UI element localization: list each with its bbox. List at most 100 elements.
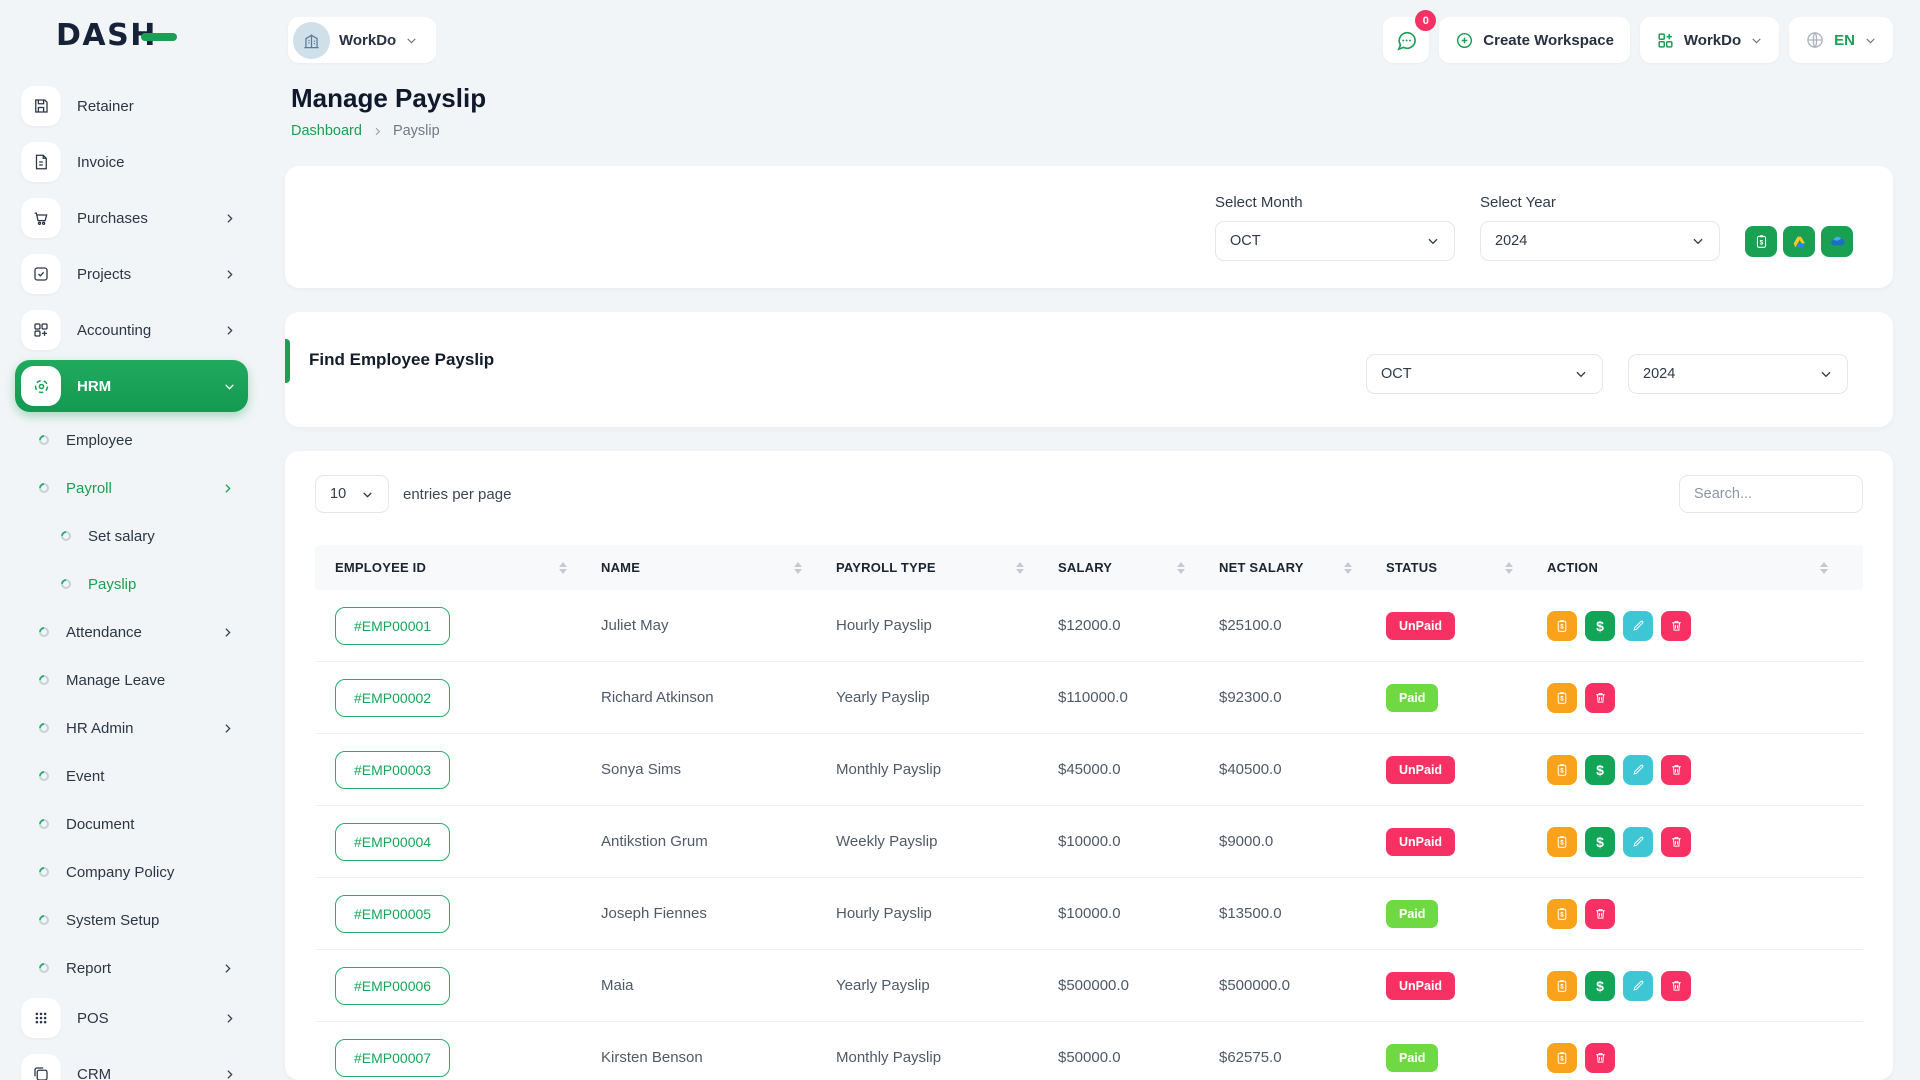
column-header-payroll-type[interactable]: PAYROLL TYPE: [816, 545, 1038, 590]
chevron-right-icon: [223, 212, 236, 225]
delete-button[interactable]: [1585, 1043, 1615, 1073]
workspace-label: WorkDo: [339, 32, 396, 49]
delete-button[interactable]: [1661, 611, 1691, 641]
column-header-net-salary[interactable]: NET SALARY: [1199, 545, 1366, 590]
sidebar-item-set-salary[interactable]: Set salary: [15, 512, 248, 560]
pay-button[interactable]: $: [1585, 827, 1615, 857]
sidebar-item-hr-admin[interactable]: HR Admin: [15, 704, 248, 752]
pay-button[interactable]: $: [1585, 611, 1615, 641]
chevron-right-icon: [223, 1012, 236, 1025]
edit-button[interactable]: [1623, 611, 1653, 641]
delete-button[interactable]: [1661, 755, 1691, 785]
sidebar-item-pos[interactable]: POS: [15, 992, 248, 1044]
find-year-select[interactable]: 2024: [1628, 354, 1848, 394]
brand-logo[interactable]: DASH: [0, 0, 270, 70]
find-month-select[interactable]: OCT: [1366, 354, 1603, 394]
employee-id-badge[interactable]: #EMP00002: [335, 679, 450, 717]
sidebar-item-document[interactable]: Document: [15, 800, 248, 848]
sidebar-item-projects[interactable]: Projects: [15, 248, 248, 300]
sidebar-item-hrm[interactable]: HRM: [15, 360, 248, 412]
bullet-icon: [37, 673, 51, 687]
language-selector[interactable]: EN: [1789, 17, 1893, 63]
chevron-down-icon: [223, 380, 236, 393]
breadcrumb-current: Payslip: [393, 123, 440, 139]
payslip-button[interactable]: $: [1547, 827, 1577, 857]
find-payslip-selects: OCT 2024: [1366, 354, 1848, 394]
sidebar-item-purchases[interactable]: Purchases: [15, 192, 248, 244]
bullet-icon: [59, 577, 73, 591]
column-header-name[interactable]: NAME: [581, 545, 816, 590]
sidebar-item-retainer[interactable]: Retainer: [15, 80, 248, 132]
column-header-employee-id[interactable]: EMPLOYEE ID: [315, 545, 581, 590]
select-month-label: Select Month: [1215, 194, 1455, 211]
status-badge: UnPaid: [1386, 828, 1455, 856]
sidebar-item-payroll[interactable]: Payroll: [15, 464, 248, 512]
google-drive-button[interactable]: [1783, 226, 1815, 257]
status-badge: UnPaid: [1386, 756, 1455, 784]
pay-button[interactable]: $: [1585, 755, 1615, 785]
sidebar-item-report[interactable]: Report: [15, 944, 248, 992]
chevron-down-icon: [1574, 367, 1588, 381]
payslip-button[interactable]: $: [1547, 755, 1577, 785]
delete-button[interactable]: [1661, 827, 1691, 857]
messages-button[interactable]: 0: [1383, 17, 1429, 63]
employee-id-badge[interactable]: #EMP00001: [335, 607, 450, 645]
chevron-down-icon: [405, 34, 418, 47]
workdo-menu-button[interactable]: WorkDo: [1640, 17, 1779, 63]
sidebar-item-system-setup[interactable]: System Setup: [15, 896, 248, 944]
svg-text:$: $: [1560, 695, 1564, 702]
payslip-button[interactable]: $: [1547, 971, 1577, 1001]
payslip-button[interactable]: $: [1547, 611, 1577, 641]
table-header-row: EMPLOYEE ID NAME PAYROLL TYPE SALARY NET…: [315, 545, 1863, 590]
sidebar-item-manage-leave[interactable]: Manage Leave: [15, 656, 248, 704]
sidebar-item-invoice[interactable]: Invoice: [15, 136, 248, 188]
edit-button[interactable]: [1623, 827, 1653, 857]
delete-button[interactable]: [1585, 899, 1615, 929]
sort-icon: [559, 562, 567, 574]
breadcrumb-dashboard-link[interactable]: Dashboard: [291, 123, 362, 139]
sidebar-item-payslip[interactable]: Payslip: [15, 560, 248, 608]
salary: $45000.0: [1038, 761, 1199, 778]
sidebar-item-employee[interactable]: Employee: [15, 416, 248, 464]
employee-id-badge[interactable]: #EMP00003: [335, 751, 450, 789]
onedrive-button[interactable]: [1821, 226, 1853, 257]
column-header-action[interactable]: ACTION: [1527, 545, 1863, 590]
create-workspace-button[interactable]: Create Workspace: [1439, 17, 1630, 63]
delete-button[interactable]: [1585, 683, 1615, 713]
plus-circle-icon: [1455, 31, 1474, 50]
workspace-switcher[interactable]: WorkDo: [288, 17, 436, 63]
pay-button[interactable]: $: [1585, 971, 1615, 1001]
net-salary: $500000.0: [1199, 977, 1366, 994]
employee-id-badge[interactable]: #EMP00005: [335, 895, 450, 933]
sidebar-item-attendance[interactable]: Attendance: [15, 608, 248, 656]
payslip-button[interactable]: $: [1547, 683, 1577, 713]
sidebar-item-crm[interactable]: CRM: [15, 1048, 248, 1080]
sidebar-item-label: Set salary: [88, 528, 234, 545]
year-select[interactable]: 2024: [1480, 221, 1720, 261]
payslip-button[interactable]: $: [1547, 899, 1577, 929]
bullet-icon: [37, 769, 51, 783]
payslip-button[interactable]: $: [1547, 1043, 1577, 1073]
column-header-status[interactable]: STATUS: [1366, 545, 1527, 590]
sort-icon: [1344, 562, 1352, 574]
page-size-select[interactable]: 10: [315, 475, 389, 513]
payroll-type: Monthly Payslip: [816, 1049, 1038, 1066]
employee-id-badge[interactable]: #EMP00006: [335, 967, 450, 1005]
select-year-label: Select Year: [1480, 194, 1720, 211]
sidebar-item-company-policy[interactable]: Company Policy: [15, 848, 248, 896]
edit-button[interactable]: [1623, 971, 1653, 1001]
status-badge: Paid: [1386, 1044, 1438, 1072]
sidebar-item-event[interactable]: Event: [15, 752, 248, 800]
row-actions: $ $: [1527, 971, 1863, 1001]
month-select-value: OCT: [1230, 233, 1261, 249]
sidebar-item-label: Purchases: [77, 210, 223, 227]
generate-payslip-button[interactable]: $: [1745, 226, 1777, 257]
column-header-salary[interactable]: SALARY: [1038, 545, 1199, 590]
employee-id-badge[interactable]: #EMP00004: [335, 823, 450, 861]
delete-button[interactable]: [1661, 971, 1691, 1001]
employee-id-badge[interactable]: #EMP00007: [335, 1039, 450, 1077]
edit-button[interactable]: [1623, 755, 1653, 785]
sidebar-item-accounting[interactable]: Accounting: [15, 304, 248, 356]
month-select[interactable]: OCT: [1215, 221, 1455, 261]
search-input[interactable]: [1679, 475, 1863, 513]
